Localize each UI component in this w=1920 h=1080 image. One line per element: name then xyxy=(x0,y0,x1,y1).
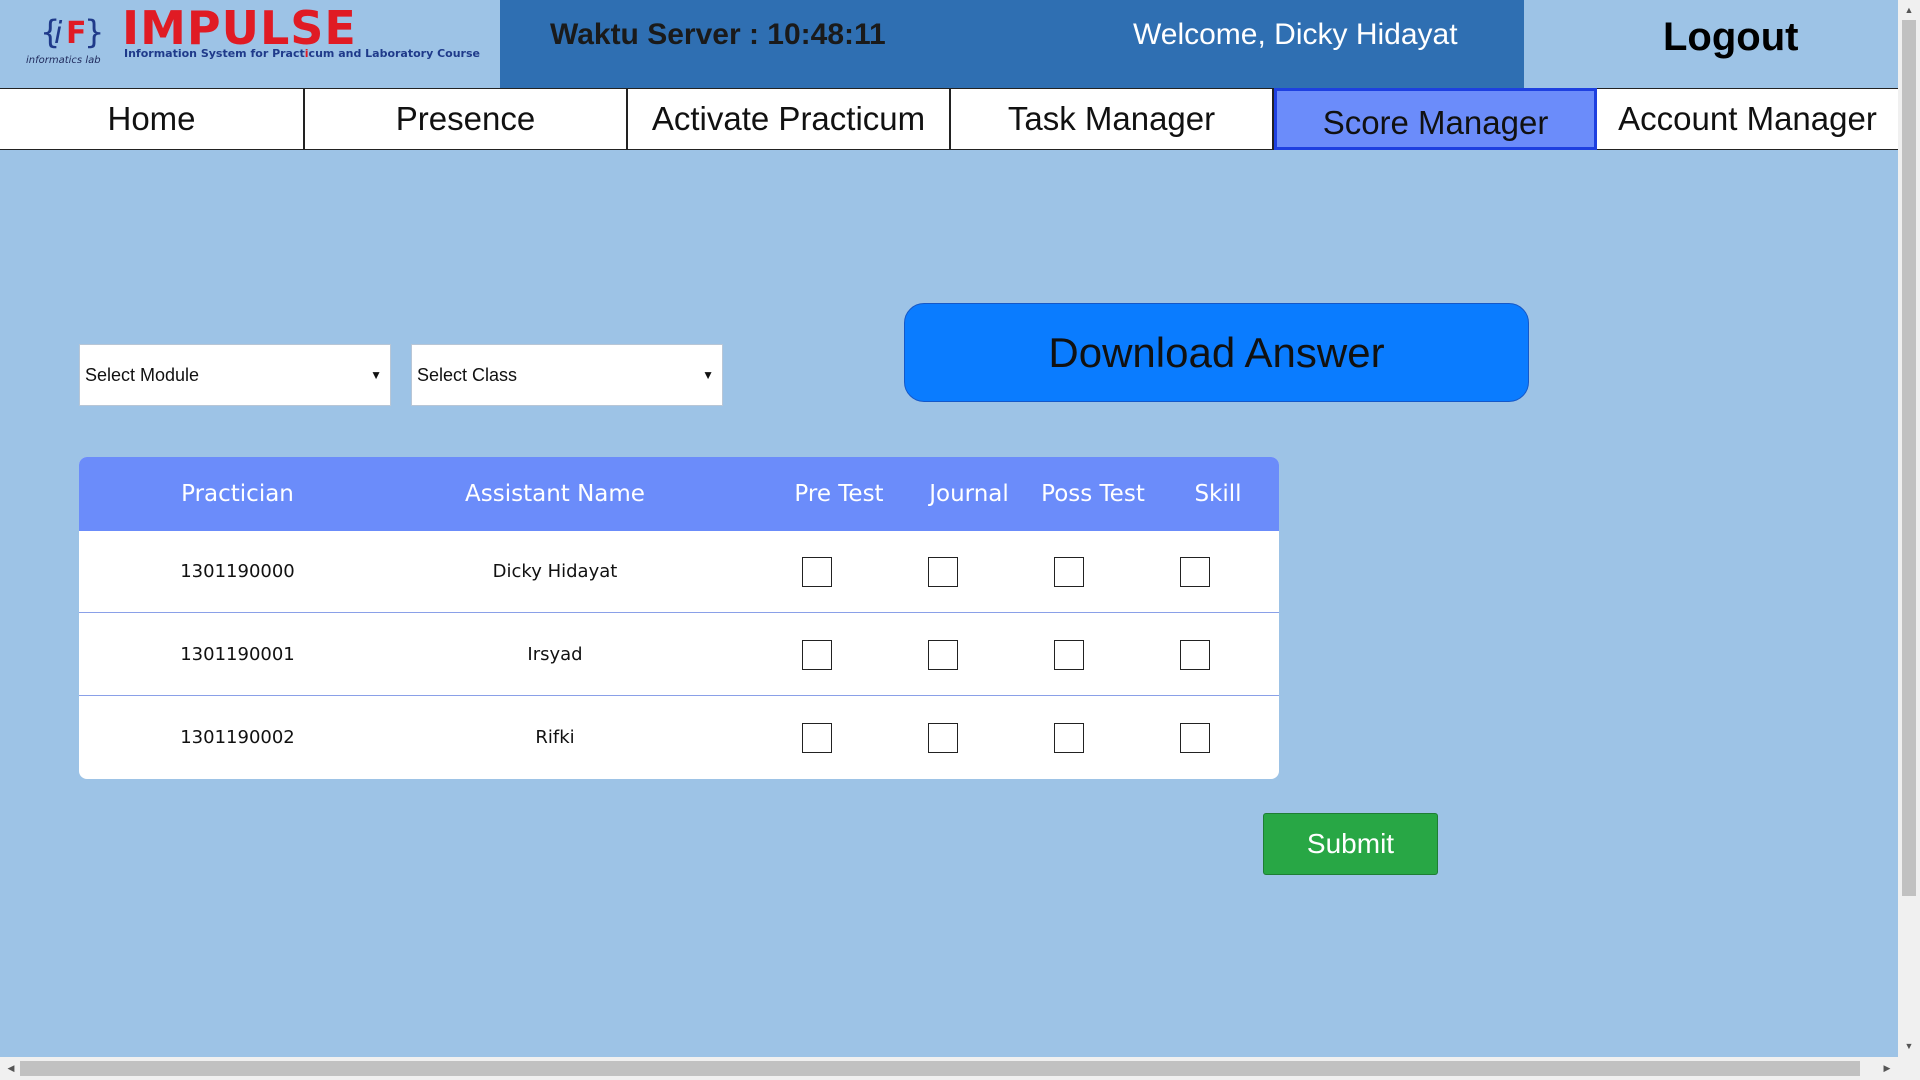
class-select-value: Select Class xyxy=(417,365,518,385)
skill-checkbox[interactable] xyxy=(1180,640,1210,670)
tab-home[interactable]: Home xyxy=(0,89,305,149)
submit-button[interactable]: Submit xyxy=(1263,813,1438,875)
practician-id: 1301190002 xyxy=(180,727,295,748)
poss-test-checkbox[interactable] xyxy=(1054,557,1084,587)
welcome-text: Welcome, Dicky Hidayat xyxy=(1133,18,1458,51)
chevron-down-icon: ▼ xyxy=(370,368,382,382)
scroll-up-icon[interactable]: ▲ xyxy=(1898,2,1920,18)
assistant-name: Rifki xyxy=(535,727,575,748)
table-row: 1301190002 Rifki xyxy=(79,697,1279,779)
vertical-scroll-thumb[interactable] xyxy=(1902,20,1916,896)
app-tagline: Information System for Practicum and Lab… xyxy=(124,47,480,60)
pre-test-checkbox[interactable] xyxy=(802,557,832,587)
scrollbar-corner xyxy=(1898,1057,1920,1080)
chevron-down-icon: ▼ xyxy=(702,368,714,382)
tab-account-manager[interactable]: Account Manager xyxy=(1597,89,1898,149)
horizontal-scrollbar[interactable]: ◀ ▶ xyxy=(0,1057,1898,1080)
table-row: 1301190000 Dicky Hidayat xyxy=(79,531,1279,613)
main-nav: Home Presence Activate Practicum Task Ma… xyxy=(0,88,1898,150)
vertical-scrollbar[interactable]: ▲ ▼ xyxy=(1898,0,1920,1057)
scroll-right-icon[interactable]: ▶ xyxy=(1878,1057,1896,1080)
horizontal-scroll-thumb[interactable] xyxy=(20,1061,1860,1076)
journal-checkbox[interactable] xyxy=(928,557,958,587)
assistant-name: Irsyad xyxy=(527,644,583,665)
download-answer-button[interactable]: Download Answer xyxy=(904,303,1529,402)
pre-test-checkbox[interactable] xyxy=(802,723,832,753)
skill-checkbox[interactable] xyxy=(1180,723,1210,753)
assistant-name: Dicky Hidayat xyxy=(492,561,618,582)
module-select[interactable]: Select Module ▼ xyxy=(79,344,391,406)
tab-activate-practicum[interactable]: Activate Practicum xyxy=(628,89,951,149)
column-assistant-name: Assistant Name xyxy=(465,481,645,507)
table-row: 1301190001 Irsyad xyxy=(79,614,1279,696)
app-title: IMPULSE xyxy=(122,1,357,55)
scroll-down-icon[interactable]: ▼ xyxy=(1898,1038,1920,1054)
tab-task-manager[interactable]: Task Manager xyxy=(951,89,1274,149)
table-header: Practician Assistant Name Pre Test Journ… xyxy=(79,457,1279,531)
app-header: { i F } informatics lab IMPULSE Informat… xyxy=(0,0,1898,88)
practician-id: 1301190000 xyxy=(180,561,295,582)
poss-test-checkbox[interactable] xyxy=(1054,640,1084,670)
tab-score-manager[interactable]: Score Manager xyxy=(1274,88,1597,150)
scroll-left-icon[interactable]: ◀ xyxy=(2,1057,20,1080)
logo: { i F } informatics lab IMPULSE Informat… xyxy=(0,0,500,88)
server-time: Waktu Server : 10:48:11 xyxy=(550,18,886,51)
journal-checkbox[interactable] xyxy=(928,640,958,670)
column-journal: Journal xyxy=(929,481,1009,507)
pre-test-checkbox[interactable] xyxy=(802,640,832,670)
logo-subtitle: informatics lab xyxy=(26,55,101,66)
poss-test-checkbox[interactable] xyxy=(1054,723,1084,753)
score-table: Practician Assistant Name Pre Test Journ… xyxy=(79,457,1279,779)
column-poss-test: Poss Test xyxy=(1041,481,1145,507)
informatics-logo-icon: { i F } xyxy=(40,13,102,51)
svg-text:}: } xyxy=(84,13,102,51)
class-select[interactable]: Select Class ▼ xyxy=(411,344,723,406)
skill-checkbox[interactable] xyxy=(1180,557,1210,587)
practician-id: 1301190001 xyxy=(180,644,295,665)
column-practician: Practician xyxy=(181,481,294,507)
column-pre-test: Pre Test xyxy=(794,481,884,507)
journal-checkbox[interactable] xyxy=(928,723,958,753)
module-select-value: Select Module xyxy=(85,365,200,385)
column-skill: Skill xyxy=(1194,481,1242,507)
logout-button[interactable]: Logout xyxy=(1663,15,1799,60)
tab-presence[interactable]: Presence xyxy=(305,89,628,149)
svg-text:i: i xyxy=(54,16,63,51)
